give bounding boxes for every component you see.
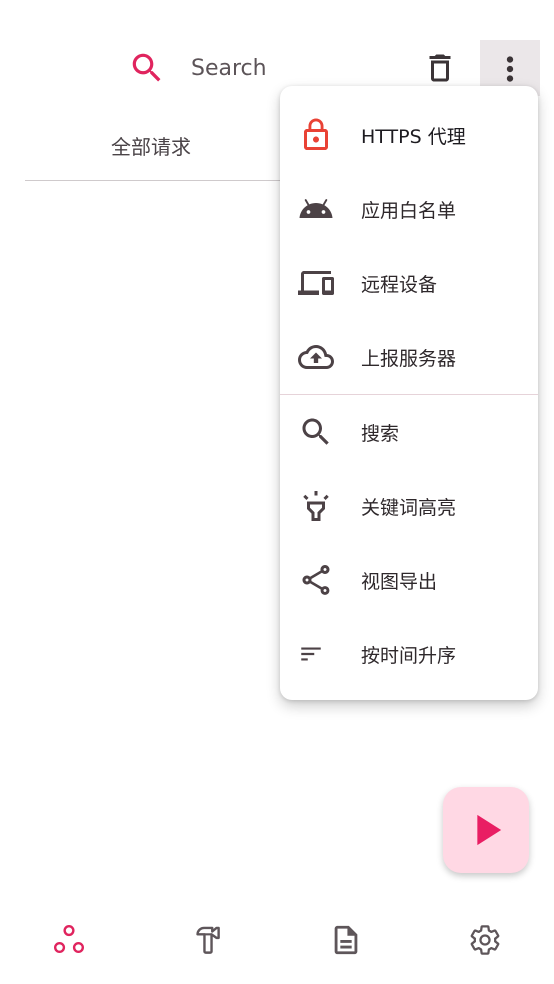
more-vert-icon — [506, 56, 514, 82]
nav-item-logs[interactable] — [277, 900, 416, 980]
delete-icon — [429, 54, 451, 82]
menu-item-label: 关键词高亮 — [361, 496, 457, 519]
search-icon — [128, 49, 166, 87]
nav-item-requests[interactable] — [0, 900, 139, 980]
menu-item-label: 上报服务器 — [361, 347, 457, 370]
menu-item-export-view[interactable]: 视图导出 — [280, 543, 538, 617]
menu-item-keyword-highlight[interactable]: 关键词高亮 — [280, 469, 538, 543]
tab-label: 全部请求 — [111, 134, 191, 159]
menu-item-label: HTTPS 代理 — [361, 125, 466, 148]
menu-item-label: 应用白名单 — [361, 199, 457, 222]
bottom-navigation — [0, 900, 554, 980]
settings-icon — [470, 925, 500, 955]
start-capture-fab[interactable] — [443, 787, 529, 873]
document-icon — [334, 925, 358, 955]
menu-item-search[interactable]: 搜索 — [280, 395, 538, 469]
search-icon — [298, 414, 334, 450]
nav-item-tools[interactable] — [139, 900, 278, 980]
search-input[interactable] — [191, 50, 391, 86]
menu-item-https-proxy[interactable]: HTTPS 代理 — [280, 98, 538, 172]
menu-item-label: 视图导出 — [361, 570, 438, 593]
share-icon — [298, 562, 334, 598]
menu-item-label: 搜索 — [361, 422, 400, 445]
hammer-icon — [196, 926, 220, 954]
menu-item-app-whitelist[interactable]: 应用白名单 — [280, 172, 538, 246]
top-bar — [0, 0, 554, 100]
lock-icon — [298, 117, 334, 153]
cloud-upload-icon — [298, 339, 334, 375]
menu-item-label: 远程设备 — [361, 273, 438, 296]
sort-icon — [298, 636, 334, 672]
devices-icon — [298, 265, 334, 301]
play-icon — [477, 814, 502, 846]
highlight-icon — [298, 488, 334, 524]
menu-item-label: 按时间升序 — [361, 644, 457, 667]
tab-all-requests[interactable]: 全部请求 — [25, 110, 277, 180]
overflow-menu: HTTPS 代理 应用白名单 远程设备 上报服务器 搜索 关键词高亮 视图导出 … — [280, 86, 538, 700]
menu-item-remote-devices[interactable]: 远程设备 — [280, 246, 538, 320]
android-icon — [298, 191, 334, 227]
nav-item-settings[interactable] — [416, 900, 554, 980]
delete-button[interactable] — [422, 50, 458, 86]
bubbles-icon — [54, 924, 85, 954]
menu-item-sort-ascending[interactable]: 按时间升序 — [280, 617, 538, 691]
menu-item-report-server[interactable]: 上报服务器 — [280, 320, 538, 394]
